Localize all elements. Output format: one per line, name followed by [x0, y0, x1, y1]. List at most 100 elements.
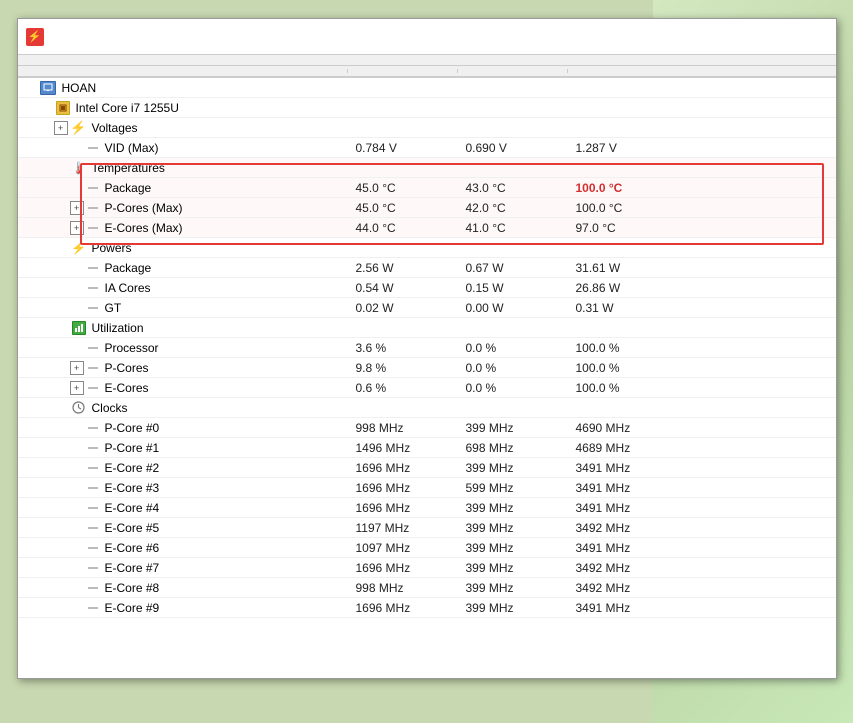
table-header: [18, 66, 836, 78]
row-max: 3492 MHz: [568, 579, 718, 597]
row-value: 1197 MHz: [348, 519, 458, 537]
table-row[interactable]: GT0.02 W0.00 W0.31 W: [18, 298, 836, 318]
row-label: E-Core #7: [105, 561, 160, 575]
row-min: 0.67 W: [458, 259, 568, 277]
close-button[interactable]: [800, 26, 828, 48]
table-row[interactable]: +⚡Voltages: [18, 118, 836, 138]
row-max: 97.0 °C: [568, 219, 718, 237]
row-value: 45.0 °C: [348, 179, 458, 197]
row-value: [348, 126, 458, 130]
row-value: 1696 MHz: [348, 599, 458, 617]
expand-button[interactable]: +: [70, 201, 84, 215]
row-label: P-Core #1: [105, 441, 160, 455]
table-row[interactable]: ⚡Powers: [18, 238, 836, 258]
table-row[interactable]: E-Core #71696 MHz399 MHz3492 MHz: [18, 558, 836, 578]
row-max: 3491 MHz: [568, 499, 718, 517]
table-row[interactable]: E-Core #21696 MHz399 MHz3491 MHz: [18, 458, 836, 478]
row-label: VID (Max): [105, 141, 159, 155]
table-row[interactable]: +E-Cores (Max)44.0 °C41.0 °C97.0 °C: [18, 218, 836, 238]
row-min: 0.00 W: [458, 299, 568, 317]
row-value: 998 MHz: [348, 579, 458, 597]
table-row[interactable]: E-Core #8 998 MHz399 MHz3492 MHz: [18, 578, 836, 598]
table-row[interactable]: Utilization: [18, 318, 836, 338]
row-max: [568, 406, 718, 410]
row-value: 1696 MHz: [348, 499, 458, 517]
table-row[interactable]: Processor3.6 %0.0 %100.0 %: [18, 338, 836, 358]
col-value: [348, 69, 458, 73]
row-min: 399 MHz: [458, 579, 568, 597]
row-label: E-Cores (Max): [105, 221, 183, 235]
col-min: [458, 69, 568, 73]
table-row[interactable]: Package2.56 W0.67 W31.61 W: [18, 258, 836, 278]
table-row[interactable]: E-Core #61097 MHz399 MHz3491 MHz: [18, 538, 836, 558]
row-value: [348, 406, 458, 410]
row-max: 100.0 %: [568, 339, 718, 357]
row-label: Utilization: [92, 321, 144, 335]
table-row[interactable]: E-Core #51197 MHz399 MHz3492 MHz: [18, 518, 836, 538]
menu-tools[interactable]: [58, 57, 74, 63]
expand-button[interactable]: +: [70, 381, 84, 395]
row-min: [458, 246, 568, 250]
row-min: 0.690 V: [458, 139, 568, 157]
title-bar-controls: [736, 26, 828, 48]
row-label: Temperatures: [92, 161, 165, 175]
row-min: 0.0 %: [458, 359, 568, 377]
row-max: 3491 MHz: [568, 539, 718, 557]
row-max: 3491 MHz: [568, 479, 718, 497]
row-max: 100.0 °C: [568, 199, 718, 217]
row-label: E-Core #8: [105, 581, 160, 595]
row-label: Package: [105, 181, 152, 195]
table-row[interactable]: +E-Cores0.6 %0.0 %100.0 %: [18, 378, 836, 398]
row-max: 100.0 %: [568, 359, 718, 377]
row-min: 399 MHz: [458, 599, 568, 617]
row-min: 399 MHz: [458, 519, 568, 537]
row-max: 3491 MHz: [568, 459, 718, 477]
table-row[interactable]: E-Core #9 1696 MHz399 MHz3491 MHz: [18, 598, 836, 618]
table-row[interactable]: +P-Cores (Max)45.0 °C42.0 °C100.0 °C: [18, 198, 836, 218]
row-value: [348, 246, 458, 250]
menu-view[interactable]: [40, 57, 56, 63]
maximize-button[interactable]: [768, 26, 796, 48]
table-row[interactable]: Intel Core i7 1255U: [18, 98, 836, 118]
row-value: 0.784 V: [348, 139, 458, 157]
minimize-button[interactable]: [736, 26, 764, 48]
row-value: 9.8 %: [348, 359, 458, 377]
row-max: 3491 MHz: [568, 599, 718, 617]
row-min: [458, 106, 568, 110]
row-max: [568, 166, 718, 170]
row-min: [458, 326, 568, 330]
table-row[interactable]: VID (Max)0.784 V0.690 V1.287 V: [18, 138, 836, 158]
menu-file[interactable]: [22, 57, 38, 63]
col-sensor: [18, 69, 348, 73]
row-min: 41.0 °C: [458, 219, 568, 237]
row-label: Intel Core i7 1255U: [76, 101, 179, 115]
table-row[interactable]: Package45.0 °C43.0 °C100.0 °C: [18, 178, 836, 198]
table-row[interactable]: HOAN: [18, 78, 836, 98]
table-row[interactable]: E-Core #41696 MHz399 MHz3491 MHz: [18, 498, 836, 518]
row-min: 42.0 °C: [458, 199, 568, 217]
sensor-table[interactable]: HOAN Intel Core i7 1255U +⚡Voltages VID (M…: [18, 78, 836, 678]
app-icon: ⚡: [26, 28, 44, 46]
row-label: E-Core #9: [105, 601, 160, 615]
row-max: 4689 MHz: [568, 439, 718, 457]
menu-help[interactable]: [76, 57, 92, 63]
row-min: [458, 86, 568, 90]
table-row[interactable]: IA Cores0.54 W0.15 W26.86 W: [18, 278, 836, 298]
row-min: 399 MHz: [458, 539, 568, 557]
main-window: ⚡ HOAN Intel Core i7 1255U +⚡Voltages VID …: [17, 18, 837, 679]
table-row[interactable]: P-Core #0998 MHz399 MHz4690 MHz: [18, 418, 836, 438]
table-row[interactable]: E-Core #31696 MHz599 MHz3491 MHz: [18, 478, 836, 498]
table-row[interactable]: 🌡️Temperatures: [18, 158, 836, 178]
expand-button[interactable]: +: [54, 121, 68, 135]
table-row[interactable]: P-Core #11496 MHz698 MHz4689 MHz: [18, 438, 836, 458]
row-value: [348, 106, 458, 110]
row-max: [568, 246, 718, 250]
row-max: [568, 126, 718, 130]
expand-button[interactable]: +: [70, 361, 84, 375]
row-value: 1696 MHz: [348, 559, 458, 577]
table-row[interactable]: Clocks: [18, 398, 836, 418]
row-max: [568, 86, 718, 90]
expand-button[interactable]: +: [70, 221, 84, 235]
row-min: 399 MHz: [458, 459, 568, 477]
table-row[interactable]: +P-Cores9.8 %0.0 %100.0 %: [18, 358, 836, 378]
